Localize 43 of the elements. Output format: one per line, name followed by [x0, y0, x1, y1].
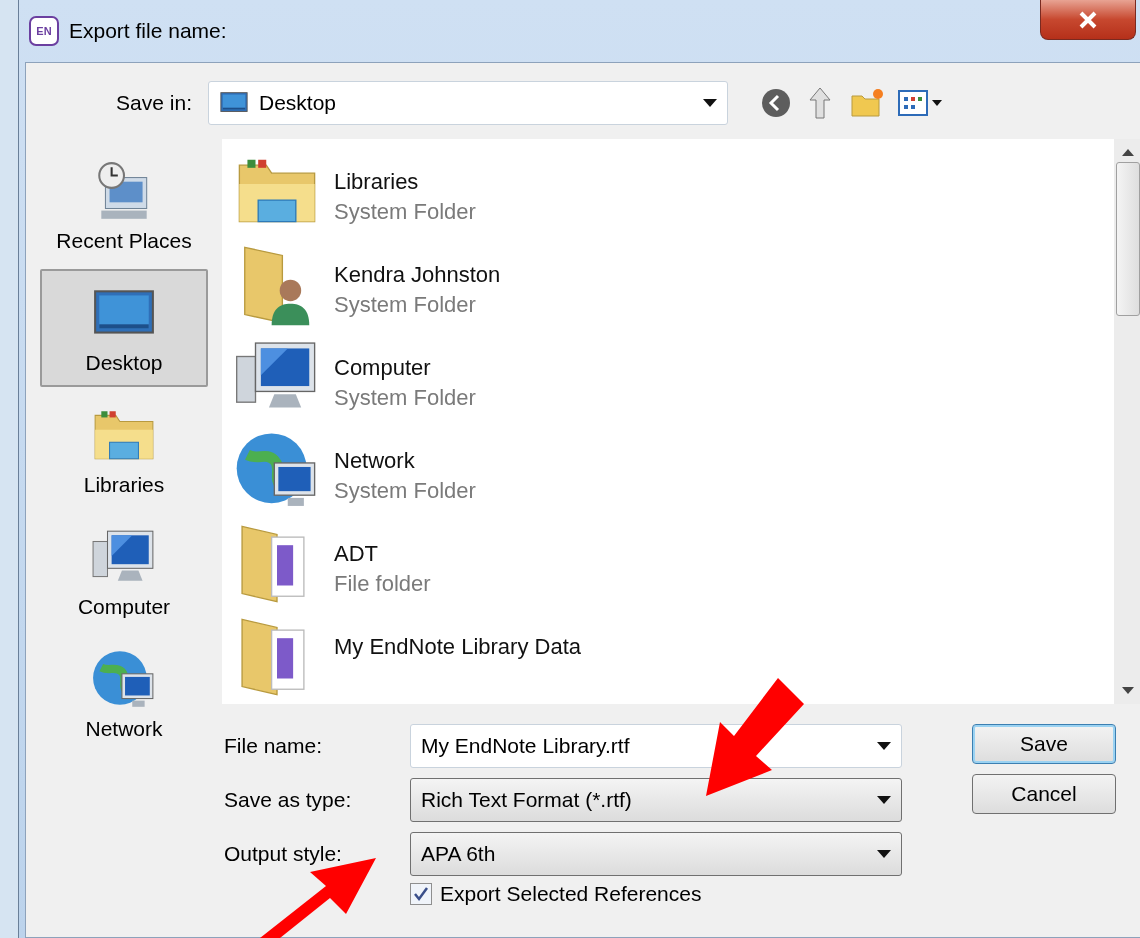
file-name[interactable]: Computer [334, 355, 476, 381]
field-label: Output style: [224, 842, 343, 866]
dropdown-caret-icon [877, 850, 891, 858]
file-name[interactable]: Kendra Johnston [334, 262, 501, 288]
places-item[interactable]: Computer [40, 513, 208, 631]
field-label: Save as type: [224, 788, 353, 812]
dropdown-field[interactable]: Rich Text Format (*.rtf) [410, 778, 902, 822]
close-button[interactable] [1040, 0, 1136, 40]
view-menu-icon[interactable] [898, 89, 944, 117]
dialog-button[interactable]: Cancel [972, 774, 1116, 814]
places-item[interactable]: Network [40, 635, 208, 753]
close-icon [1078, 10, 1098, 29]
file-type: System Folder [334, 292, 477, 318]
field-label: File name: [224, 734, 324, 758]
file-name[interactable]: Libraries [334, 169, 476, 195]
dropdown-caret-icon [877, 742, 891, 750]
back-icon[interactable] [760, 87, 792, 119]
window-title: Export file name: [69, 19, 227, 43]
file-type: System Folder [334, 385, 476, 411]
dialog-button[interactable]: Save [972, 724, 1116, 764]
save-in-dropdown[interactable]: Desktop [208, 81, 728, 125]
file-name[interactable]: My EndNote Library Data [334, 634, 581, 660]
scroll-up-icon[interactable] [1122, 149, 1134, 156]
file-type: System Folder [334, 199, 476, 225]
scroll-down-icon[interactable] [1122, 687, 1134, 694]
scrollbar[interactable] [1114, 139, 1140, 704]
dropdown-field[interactable]: APA 6th [410, 832, 902, 876]
file-name[interactable]: ADT [334, 541, 431, 567]
places-item[interactable]: Desktop [40, 269, 208, 387]
places-item[interactable]: Libraries [40, 391, 208, 509]
scroll-thumb[interactable] [1116, 162, 1140, 316]
app-logo: EN [29, 16, 59, 46]
file-name[interactable]: Network [334, 448, 476, 474]
file-type: System Folder [334, 478, 476, 504]
places-item[interactable]: Recent Places [40, 147, 208, 265]
checkbox[interactable] [410, 883, 432, 905]
save-in-label: Save in: [115, 91, 193, 115]
file-name-field[interactable]: My EndNote Library.rtf [410, 724, 902, 768]
dropdown-caret-icon [877, 796, 891, 804]
file-type: File folder [334, 571, 431, 597]
checkmark-icon [413, 886, 429, 902]
dropdown-caret-icon [703, 99, 717, 107]
checkbox-label: Export Selected References [440, 882, 702, 906]
